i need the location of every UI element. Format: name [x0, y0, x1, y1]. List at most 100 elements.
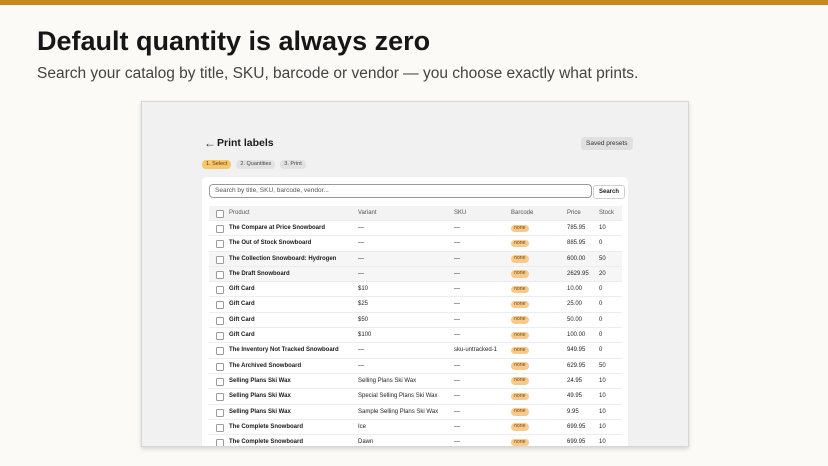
column-header-variant: Variant: [358, 210, 377, 216]
row-checkbox[interactable]: [216, 347, 224, 356]
stock-cell: 10: [599, 225, 606, 231]
product-card: Search by title, SKU, barcode, vendor...…: [202, 177, 628, 446]
row-checkbox[interactable]: [216, 225, 224, 233]
variant-cell: —: [358, 362, 364, 369]
sku-cell: —: [454, 316, 460, 323]
sku-cell: —: [454, 423, 460, 430]
barcode-badge: none: [511, 285, 529, 294]
row-checkbox[interactable]: [216, 240, 224, 249]
step-indicator: 1. Select 2. Quantities 3. Print: [202, 160, 306, 169]
price-cell: 785.95: [567, 225, 586, 231]
barcode-cell: none: [511, 252, 529, 267]
product-table: Product Variant SKU Barcode Price Stock …: [209, 206, 622, 446]
product-cell: The Archived Snowboard: [229, 362, 302, 369]
barcode-badge: none: [511, 392, 529, 401]
row-checkbox[interactable]: [216, 316, 224, 325]
price-cell: 100.00: [567, 332, 586, 339]
sku-cell: —: [454, 377, 460, 384]
variant-cell: Special Selling Plans Ski Wax: [358, 393, 438, 400]
row-checkbox[interactable]: [216, 286, 224, 295]
table-row[interactable]: Gift Card $50 — none 50.00 0: [209, 313, 622, 329]
product-cell: The Compare at Price Snowboard: [229, 225, 326, 231]
price-cell: 699.95: [567, 423, 586, 430]
sku-cell: —: [454, 270, 460, 277]
table-row[interactable]: The Inventory Not Tracked Snowboard — sku-…: [209, 343, 622, 359]
row-checkbox[interactable]: [216, 423, 224, 432]
column-header-stock: Stock: [599, 210, 615, 216]
top-accent-bar: [0, 0, 828, 5]
step-quantities[interactable]: 2. Quantities: [236, 160, 276, 169]
sku-cell: —: [454, 393, 460, 400]
table-row[interactable]: The Complete Snowboard Dawn — none 699.95 10: [209, 435, 622, 446]
barcode-badge: none: [511, 408, 529, 416]
variant-cell: —: [358, 240, 364, 247]
variant-cell: $100: [358, 332, 372, 339]
row-checkbox[interactable]: [216, 270, 224, 279]
variant-cell: —: [358, 270, 364, 277]
product-cell: The Collection Snowboard: Hydrogen: [229, 255, 337, 262]
table-row[interactable]: The Draft Snowboard — — none 2629.95 20: [209, 266, 622, 283]
stock-cell: 20: [599, 270, 606, 277]
table-row[interactable]: Gift Card $100 — none 100.00 0: [209, 328, 622, 344]
search-input[interactable]: Search by title, SKU, barcode, vendor...: [209, 184, 592, 198]
table-row[interactable]: Gift Card $25 — none 25.00 0: [209, 297, 622, 313]
sku-cell: sku-untracked-1: [454, 347, 498, 354]
stock-cell: 10: [599, 377, 606, 384]
column-header-product: Product: [229, 210, 250, 216]
barcode-cell: none: [511, 282, 529, 297]
stock-cell: 0: [599, 286, 603, 293]
row-checkbox[interactable]: [216, 408, 224, 417]
table-row[interactable]: Selling Plans Ski Wax Sample Selling Plan…: [209, 405, 622, 420]
variant-cell: Sample Selling Plans Ski Wax: [358, 408, 439, 415]
table-row[interactable]: The Compare at Price Snowboard — — none 785.…: [209, 221, 622, 237]
search-button[interactable]: Search: [593, 185, 626, 199]
barcode-badge: none: [511, 316, 529, 324]
product-cell: Selling Plans Ski Wax: [229, 377, 291, 384]
stock-cell: 0: [599, 240, 603, 247]
price-cell: 24.95: [567, 377, 583, 384]
table-row[interactable]: Selling Plans Ski Wax Special Selling Pla…: [209, 389, 622, 405]
table-header: Product Variant SKU Barcode Price Stock: [209, 206, 622, 221]
price-cell: 10.00: [567, 286, 583, 293]
barcode-badge: none: [511, 300, 529, 309]
table-row[interactable]: The Out of Stock Snowboard — — none 885.95 0: [209, 236, 622, 252]
table-row[interactable]: The Archived Snowboard — — none 629.95 50: [209, 359, 622, 374]
price-cell: 699.95: [567, 439, 586, 446]
table-row[interactable]: The Collection Snowboard: Hydrogen — — none…: [209, 251, 622, 267]
step-print[interactable]: 3. Print: [280, 160, 306, 169]
price-cell: 949.95: [567, 347, 586, 354]
variant-cell: $25: [358, 301, 369, 308]
row-checkbox[interactable]: [216, 439, 224, 446]
sku-cell: —: [454, 439, 460, 446]
row-checkbox[interactable]: [216, 393, 224, 402]
stock-cell: 10: [599, 439, 606, 446]
table-row[interactable]: The Complete Snowboard Ice — none 699.95 10: [209, 420, 622, 436]
product-cell: Selling Plans Ski Wax: [229, 408, 291, 415]
subheadline: Search your catalog by title, SKU, barco…: [37, 65, 639, 82]
row-checkbox[interactable]: [216, 255, 224, 264]
barcode-badge: none: [511, 438, 529, 446]
barcode-badge: none: [511, 346, 529, 355]
row-checkbox[interactable]: [216, 377, 224, 386]
stock-cell: 0: [599, 332, 603, 339]
stock-cell: 10: [599, 408, 606, 415]
stock-cell: 50: [599, 255, 606, 262]
saved-presets-button[interactable]: Saved presets: [581, 137, 633, 150]
table-row[interactable]: Selling Plans Ski Wax Selling Plans Ski W…: [209, 374, 622, 390]
variant-cell: $50: [358, 316, 369, 323]
stock-cell: 0: [599, 316, 603, 323]
barcode-cell: none: [511, 374, 529, 389]
barcode-cell: none: [511, 389, 529, 404]
table-row[interactable]: Gift Card $10 — none 10.00 0: [209, 282, 622, 298]
row-checkbox[interactable]: [216, 301, 224, 310]
sku-cell: —: [454, 408, 460, 415]
row-checkbox[interactable]: [216, 332, 224, 341]
step-select[interactable]: 1. Select: [202, 160, 232, 169]
headline: Default quantity is always zero: [37, 26, 431, 56]
back-arrow-icon[interactable]: ←: [204, 136, 216, 150]
table-body: The Compare at Price Snowboard — — none 785.…: [209, 221, 622, 446]
row-checkbox[interactable]: [216, 362, 224, 371]
barcode-cell: none: [511, 328, 529, 343]
barcode-cell: none: [511, 420, 529, 435]
select-all-checkbox[interactable]: [216, 210, 224, 218]
